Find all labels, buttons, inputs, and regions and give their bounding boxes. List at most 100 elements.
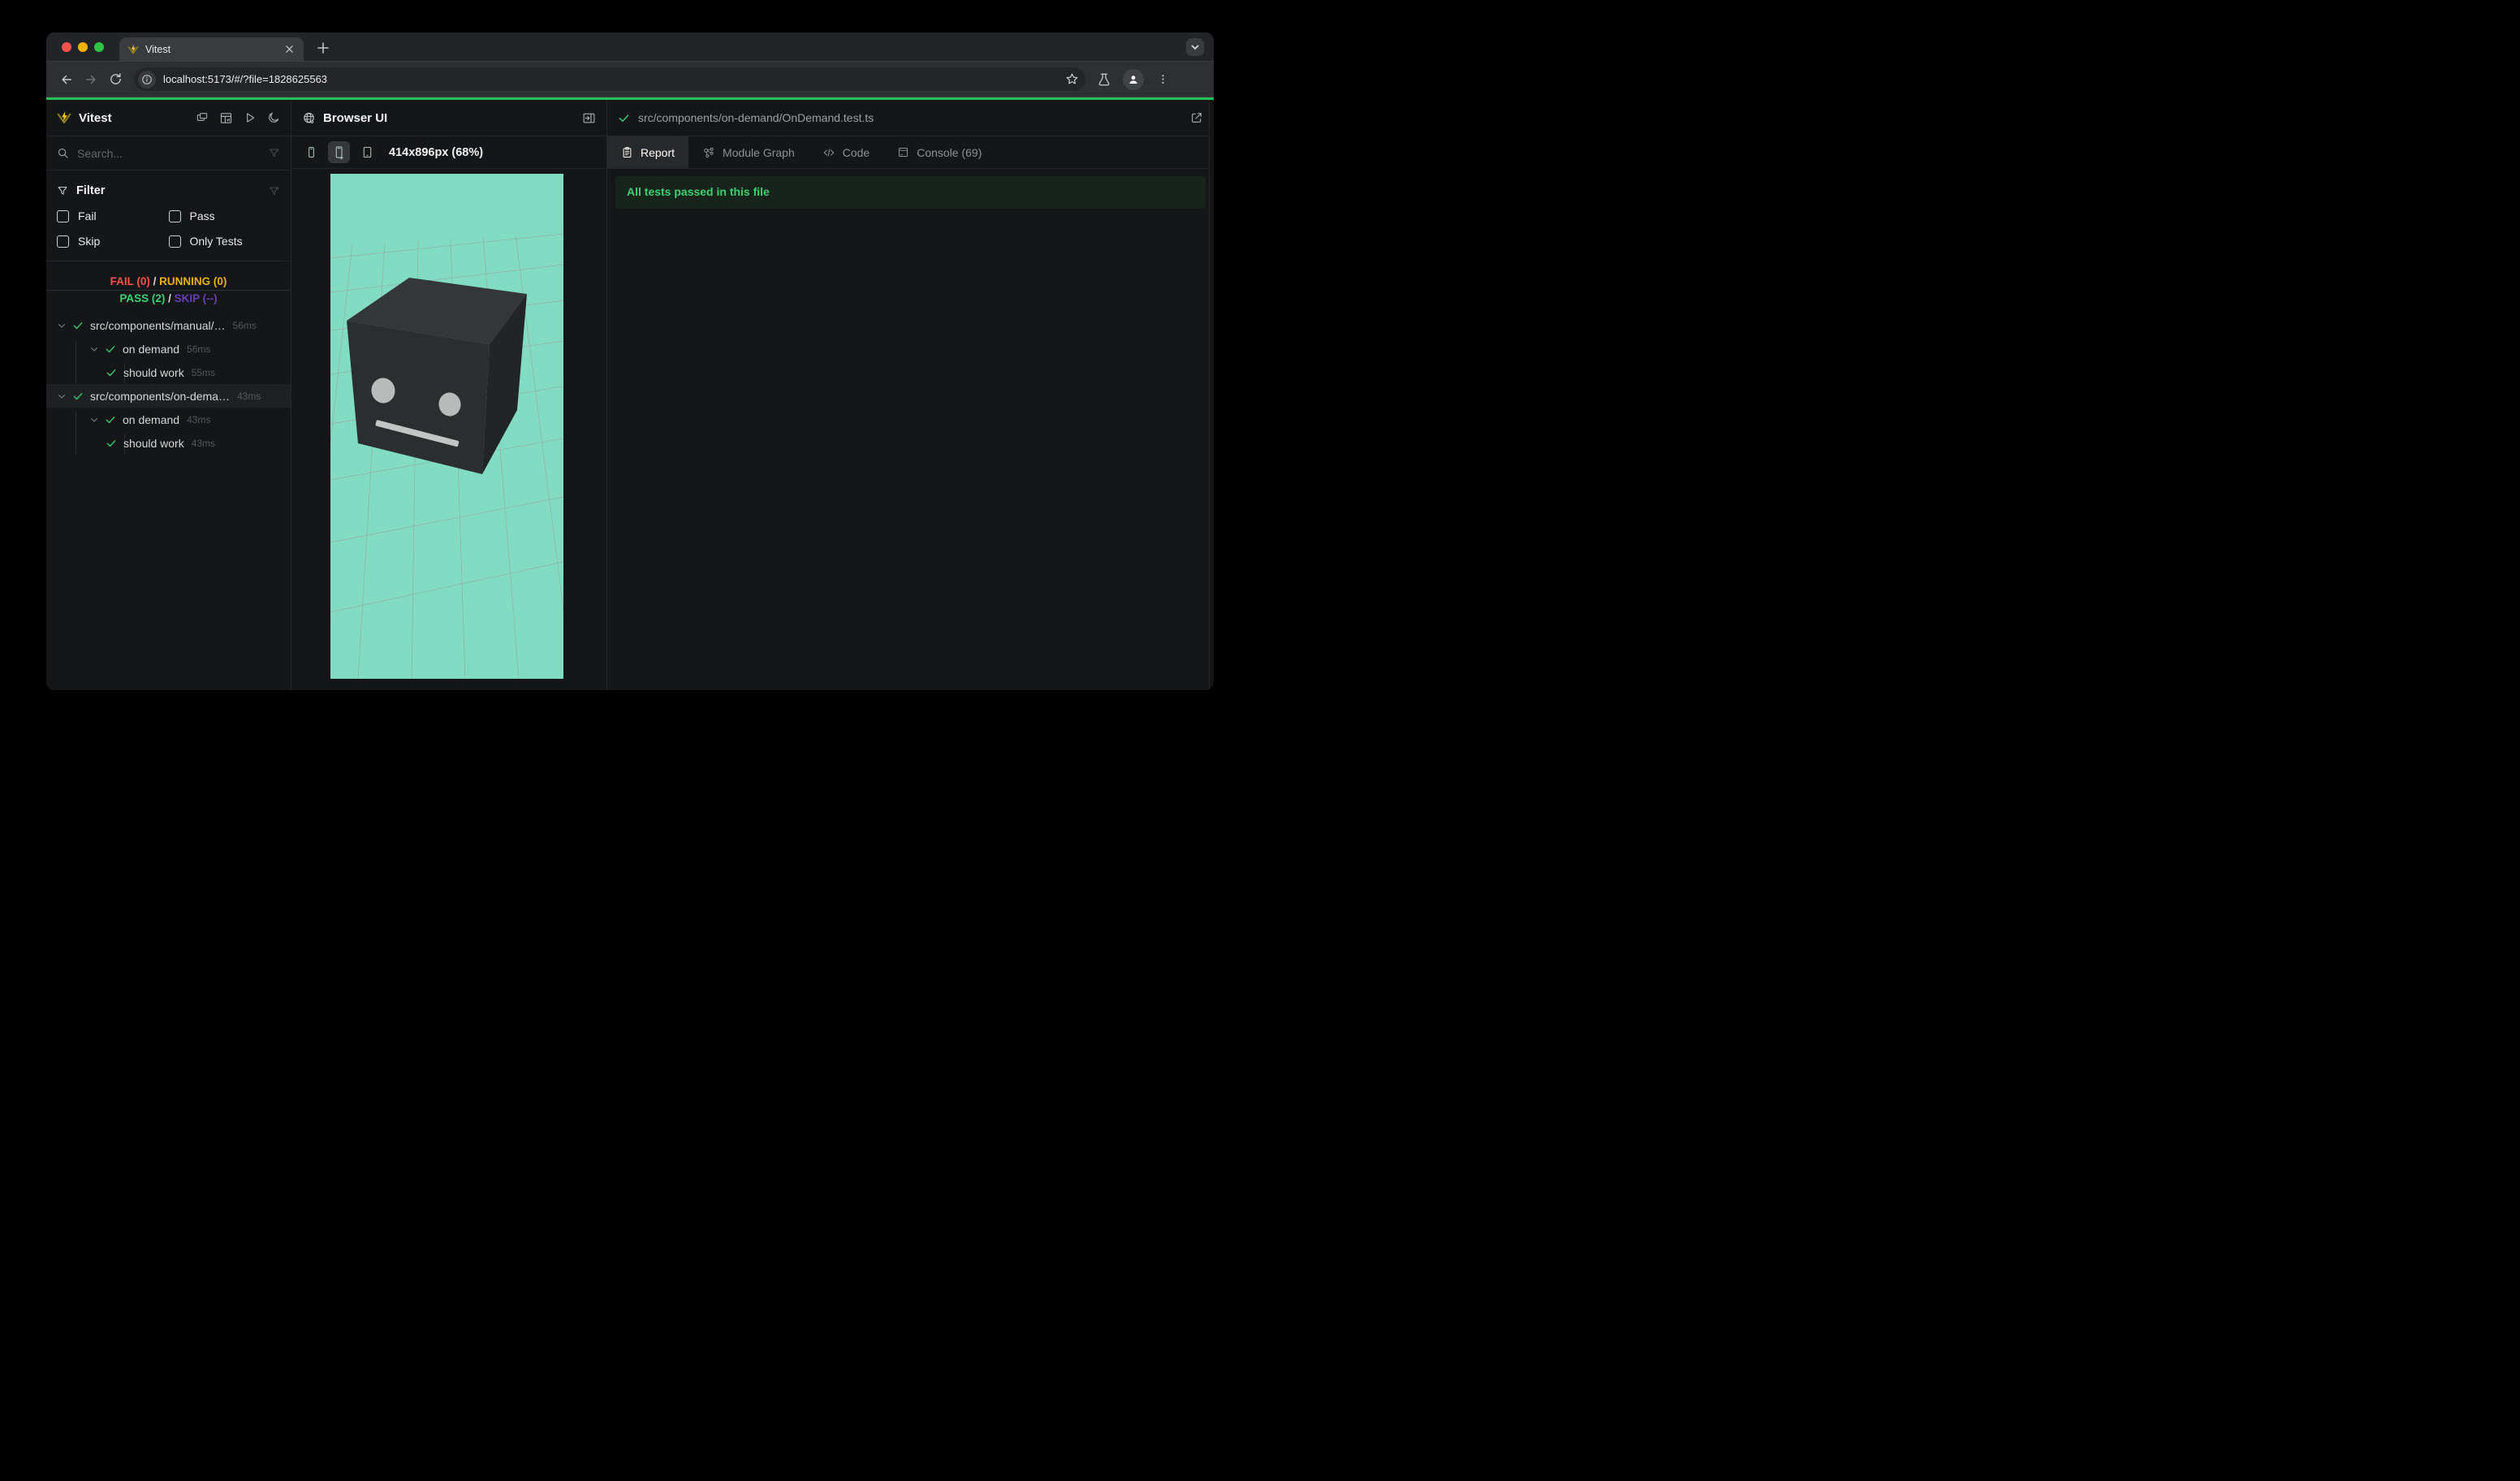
bookmark-button[interactable]: [1062, 70, 1081, 89]
test-suite-row[interactable]: on demand 43ms: [46, 408, 291, 431]
report-content: All tests passed in this file: [607, 169, 1214, 690]
pass-check-icon: [106, 438, 117, 449]
url-text: localhost:5173/#/?file=1828625563: [163, 73, 328, 85]
test-duration: 43ms: [187, 413, 211, 425]
tab-code[interactable]: Code: [809, 136, 883, 168]
clear-search-filter-icon[interactable]: [268, 147, 280, 159]
close-window-button[interactable]: [62, 41, 71, 52]
zoom-window-button[interactable]: [94, 41, 104, 52]
browser-panel-title: Browser UI: [323, 110, 388, 125]
sidebar: Vitest Search... Filter Fail Pass Skip O…: [46, 100, 291, 690]
funnel-icon: [58, 187, 67, 195]
test-summary: FAIL (0) / RUNNING (0) PASS (2) / SKIP (…: [46, 273, 291, 307]
minimize-window-button[interactable]: [78, 41, 88, 52]
tab-label: Report: [641, 145, 675, 159]
sidebar-header: Vitest: [46, 100, 291, 136]
browser-tab[interactable]: Vitest: [119, 37, 304, 61]
test-case-row[interactable]: should work 55ms: [46, 361, 291, 384]
profile-button[interactable]: [1123, 68, 1144, 90]
pass-count: PASS (2): [119, 292, 166, 304]
filter-title: Filter: [76, 184, 106, 197]
test-duration: 43ms: [191, 437, 216, 449]
checkbox-label: Skip: [78, 235, 101, 248]
forward-button[interactable]: [79, 67, 103, 92]
checkbox-icon[interactable]: [57, 209, 69, 222]
banner-text: All tests passed in this file: [627, 185, 770, 198]
tab-console[interactable]: Console (69): [883, 136, 995, 168]
filter-checkbox-skip[interactable]: Skip: [57, 235, 169, 248]
separator: /: [168, 292, 171, 304]
checkbox-icon[interactable]: [168, 235, 181, 248]
test-label: should work: [123, 365, 184, 379]
reload-button[interactable]: [103, 67, 127, 92]
dashboard-icon: [220, 112, 232, 123]
test-duration: 56ms: [187, 343, 211, 355]
chevron-down-icon[interactable]: [57, 391, 67, 401]
test-label: src/components/on-dema…: [90, 389, 230, 403]
dashboard-button[interactable]: [219, 111, 233, 125]
search-icon: [58, 148, 68, 158]
all-tests-passed-banner: All tests passed in this file: [615, 176, 1206, 209]
checkbox-label: Fail: [78, 209, 97, 222]
search-input[interactable]: [77, 146, 268, 160]
chevron-down-icon[interactable]: [89, 415, 99, 425]
scrollbar-gutter[interactable]: [1209, 100, 1214, 690]
plus-icon: [317, 42, 329, 54]
search-bar: [46, 136, 291, 171]
tab-title: Vitest: [145, 43, 171, 55]
checkbox-icon[interactable]: [57, 235, 69, 248]
console-icon: [897, 146, 909, 158]
chevron-down-icon[interactable]: [57, 321, 67, 330]
device-phone-plus-button[interactable]: [328, 141, 350, 163]
open-panel-button[interactable]: [582, 111, 596, 125]
collapse-tests-button[interactable]: [196, 111, 209, 124]
test-duration: 56ms: [232, 319, 257, 331]
test-suite-row[interactable]: on demand 56ms: [46, 337, 291, 361]
browser-menu-button[interactable]: [1152, 69, 1173, 90]
test-iframe[interactable]: [304, 174, 573, 680]
toolbar-actions: [1094, 68, 1173, 90]
report-tabs: Report Module Graph Code Console (69): [607, 136, 1214, 169]
test-file-row[interactable]: src/components/manual/… 56ms: [46, 313, 291, 337]
tab-close-icon[interactable]: [283, 43, 296, 56]
separator: /: [153, 275, 157, 287]
pass-check-icon: [106, 367, 117, 378]
back-button[interactable]: [54, 67, 79, 92]
sidebar-actions: [196, 111, 280, 125]
code-icon: [822, 146, 835, 159]
address-bar[interactable]: localhost:5173/#/?file=1828625563: [134, 67, 1085, 91]
moon-icon: [269, 112, 279, 123]
avatar-icon: [1129, 75, 1137, 84]
tab-module-graph[interactable]: Module Graph: [688, 136, 809, 168]
filter-checkbox-fail[interactable]: Fail: [57, 209, 169, 222]
open-in-editor-button[interactable]: [1190, 111, 1203, 124]
run-all-button[interactable]: [244, 111, 257, 124]
chevron-down-icon[interactable]: [89, 344, 99, 354]
tab-report[interactable]: Report: [607, 136, 689, 168]
filter-checkbox-only-tests[interactable]: Only Tests: [168, 235, 281, 248]
new-tab-button[interactable]: [314, 39, 332, 57]
test-label: should work: [123, 436, 184, 450]
window-controls: [62, 41, 104, 52]
skip-count: SKIP (--): [174, 292, 218, 304]
site-info-button[interactable]: [138, 70, 156, 89]
test-file-path: src/components/on-demand/OnDemand.test.t…: [638, 111, 874, 124]
test-case-row[interactable]: should work 43ms: [46, 431, 291, 455]
dark-mode-toggle[interactable]: [267, 111, 280, 124]
external-link-icon: [1192, 113, 1202, 123]
clear-filter-icon[interactable]: [268, 185, 280, 197]
test-file-row-selected[interactable]: src/components/on-dema… 43ms: [46, 384, 291, 408]
browser-toolbar: localhost:5173/#/?file=1828625563: [46, 61, 1214, 97]
device-tablet-button[interactable]: [357, 143, 377, 162]
report-clipboard-icon: [621, 146, 633, 158]
test-label: on demand: [123, 342, 180, 356]
checkbox-icon[interactable]: [168, 209, 181, 222]
test-tree: src/components/manual/… 56ms on demand 5…: [46, 313, 291, 455]
tab-search-button[interactable]: [1186, 38, 1204, 56]
device-phone-small-button[interactable]: [301, 143, 321, 162]
flask-icon: [1098, 73, 1110, 85]
filter-checkbox-pass[interactable]: Pass: [168, 209, 281, 222]
copy-windows-icon: [196, 113, 208, 121]
experiments-button[interactable]: [1094, 69, 1115, 90]
robot-cube-scene: [304, 174, 573, 680]
